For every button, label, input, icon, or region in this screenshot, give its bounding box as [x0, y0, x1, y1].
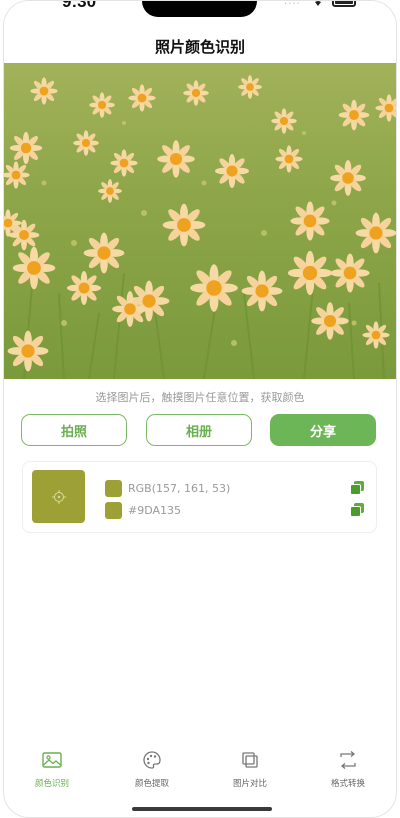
camera-button[interactable]: 拍照: [21, 414, 127, 446]
tab-label: 格式转换: [330, 779, 365, 789]
home-indicator: [132, 807, 272, 811]
copy-rgb-icon[interactable]: [350, 481, 364, 495]
navigation-bar: 照片颜色识别: [4, 31, 396, 63]
instruction-text: 选择图片后，触摸图片任意位置，获取颜色: [95, 391, 305, 404]
rgb-value-row: RGB(157, 161, 53): [105, 479, 230, 497]
rgb-color-swatch: [105, 479, 122, 497]
page-title: 照片颜色识别: [154, 38, 245, 56]
battery-icon: [332, 1, 356, 7]
tab-color-extract[interactable]: 颜色提取: [112, 749, 192, 789]
status-bar: 9:30 ····: [4, 1, 396, 31]
copy-hex-icon[interactable]: [350, 503, 364, 517]
wifi-icon: [315, 1, 321, 6]
tab-label: 图片对比: [232, 779, 267, 789]
hex-color-swatch: [105, 501, 122, 519]
cellular-signal-icon: ····: [284, 0, 301, 10]
hex-value-row: #9DA135: [105, 501, 181, 519]
color-result-card: RGB(157, 161, 53) #9DA135: [22, 461, 377, 533]
hex-value: #9DA135: [128, 503, 182, 517]
rgb-value: RGB(157, 161, 53): [128, 481, 231, 495]
crosshair-icon: [51, 489, 66, 504]
daisy-field-photo[interactable]: [4, 63, 396, 379]
tab-label: 颜色识别: [34, 779, 69, 789]
picked-color-swatch: [32, 470, 85, 523]
tab-format-convert[interactable]: 格式转换: [308, 749, 388, 789]
compare-icon: [242, 752, 258, 768]
album-button[interactable]: 相册: [146, 414, 252, 446]
image-icon: [42, 752, 62, 768]
tab-bar: 颜色识别 颜色提取 图片对比 格式转换: [4, 749, 396, 793]
phone-screen: 9:30 ···· 照片颜色识别 选择图片后，触摸图片任意位置，获取颜色 拍照 …: [3, 0, 397, 818]
status-time: 9:30: [62, 0, 97, 11]
tab-label: 颜色提取: [134, 779, 169, 789]
action-buttons: 拍照 相册 分享: [21, 414, 377, 447]
dynamic-island: [142, 1, 257, 17]
palette-icon: [143, 751, 161, 769]
tab-color-identify[interactable]: 颜色识别: [12, 749, 92, 789]
convert-icon: [340, 751, 356, 769]
share-button[interactable]: 分享: [270, 414, 376, 446]
tab-image-compare[interactable]: 图片对比: [210, 749, 290, 789]
